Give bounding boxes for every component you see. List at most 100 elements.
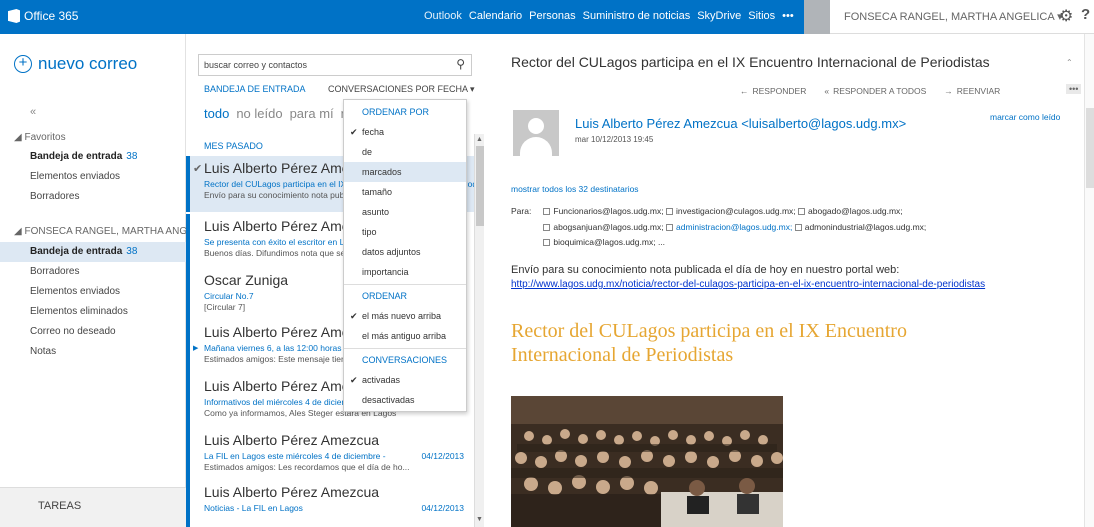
folder-inbox-label: Bandeja de entrada: [30, 246, 123, 257]
pin-icon[interactable]: ⌃: [1066, 58, 1073, 67]
conv-on[interactable]: ✔ activadas: [344, 370, 466, 390]
folder-junk[interactable]: Correo no deseado: [30, 326, 116, 337]
filter-unread[interactable]: no leído: [236, 106, 282, 121]
folder-sent[interactable]: Elementos enviados: [30, 286, 120, 297]
reply-button[interactable]: ← RESPONDER: [740, 86, 806, 96]
show-all-recipients-link[interactable]: mostrar todos los 32 destinatarios: [511, 184, 639, 194]
nav-more[interactable]: •••: [782, 10, 794, 22]
scroll-thumb[interactable]: [1086, 108, 1094, 188]
sort-tamano[interactable]: tamaño: [344, 182, 466, 202]
more-recipients[interactable]: ...: [658, 237, 665, 247]
recipient[interactable]: abogado@lagos.udg.mx;: [808, 206, 903, 216]
favorites-header[interactable]: ◢ Favoritos: [14, 132, 66, 143]
message-subject: Mañana viernes 6, a las 12:00 horas: [204, 343, 342, 353]
filter-all[interactable]: todo: [204, 106, 229, 121]
recipient[interactable]: investigacion@culagos.udg.mx;: [676, 206, 796, 216]
scroll-thumb[interactable]: [476, 146, 484, 226]
email-body-text: Envío para su conocimiento nota publicad…: [511, 264, 900, 276]
nav-suministro[interactable]: Suministro de noticias: [583, 10, 691, 22]
app-nav: Outlook Calendario Personas Suministro d…: [424, 10, 794, 22]
folder-inbox[interactable]: Bandeja de entrada 38: [30, 246, 137, 257]
top-bar: Office 365 Outlook Calendario Personas S…: [0, 0, 1094, 34]
nav-sitios[interactable]: Sitios: [748, 10, 775, 22]
email-actions: ← RESPONDER «RESPONDER A TODOS → REENVIAR: [740, 86, 1000, 96]
folder-drafts[interactable]: Borradores: [30, 266, 79, 277]
more-actions-button[interactable]: •••: [1066, 84, 1082, 94]
recipient[interactable]: bioquimica@lagos.udg.mx;: [553, 237, 655, 247]
user-area: FONSECA RANGEL, MARTHA ANGELICA ▾ ⚙ ?: [830, 0, 1094, 34]
recipients-row: abogsanjuan@lagos.udg.mx; administracion…: [511, 222, 926, 232]
filter-to-me[interactable]: para mí: [290, 106, 334, 121]
reply-all-label: RESPONDER A TODOS: [833, 86, 927, 96]
gear-icon[interactable]: ⚙: [1059, 6, 1073, 26]
nav-calendario[interactable]: Calendario: [469, 10, 522, 22]
sort-marcados[interactable]: marcados: [344, 162, 466, 182]
fav-inbox-count: 38: [126, 151, 138, 162]
sort-asunto[interactable]: asunto: [344, 202, 466, 222]
office365-logo[interactable]: Office 365: [8, 9, 78, 23]
order-header: ORDENAR: [362, 291, 408, 301]
message-subject: Se presenta con éxito el escritor en Lag…: [204, 237, 363, 247]
message-from: Oscar Zuniga: [204, 272, 289, 288]
recipients-row: Para: Funcionarios@lagos.udg.mx; investi…: [511, 206, 903, 216]
fav-inbox[interactable]: Bandeja de entrada 38: [30, 151, 137, 162]
scroll-down-icon[interactable]: ▼: [476, 516, 483, 523]
list-scrollbar[interactable]: ▲ ▼: [474, 134, 484, 527]
recipient[interactable]: abogsanjuan@lagos.udg.mx;: [553, 222, 663, 232]
nav-skydrive[interactable]: SkyDrive: [697, 10, 741, 22]
message-from: Luis Alberto Pérez Amezcua: [204, 484, 380, 500]
fav-drafts[interactable]: Borradores: [30, 191, 79, 202]
recipient[interactable]: Funcionarios@lagos.udg.mx;: [553, 206, 663, 216]
conv-off[interactable]: desactivadas: [344, 390, 466, 410]
search-icon[interactable]: ⚲: [456, 57, 465, 71]
reply-all-button[interactable]: «RESPONDER A TODOS: [824, 86, 926, 96]
forward-button[interactable]: → REENVIAR: [944, 86, 1000, 96]
search-input[interactable]: buscar correo y contactos ⚲: [198, 54, 472, 76]
help-icon[interactable]: ?: [1081, 6, 1090, 23]
avatar: [513, 110, 559, 156]
message-date: 04/12/2013: [421, 503, 464, 513]
user-menu[interactable]: FONSECA RANGEL, MARTHA ANGELICA ▾: [844, 10, 1063, 23]
sent-date: mar 10/12/2013 19:45: [575, 135, 654, 144]
message-date: 04/12/2013: [421, 451, 464, 461]
nav-personas[interactable]: Personas: [529, 10, 575, 22]
tasks-label: TAREAS: [38, 500, 82, 512]
forward-icon: →: [944, 86, 953, 96]
reply-label: RESPONDER: [752, 86, 807, 96]
mark-read-link[interactable]: marcar como leído: [990, 112, 1060, 122]
message-item[interactable]: Luis Alberto Pérez Amezcua Noticias - La…: [186, 480, 474, 527]
folder-notes[interactable]: Notas: [30, 346, 56, 357]
message-preview: [Circular 7]: [204, 302, 246, 312]
order-oldest[interactable]: el más antiguo arriba: [344, 326, 466, 346]
fav-inbox-label: Bandeja de entrada: [30, 151, 123, 162]
scroll-up-icon[interactable]: ▲: [476, 136, 483, 143]
sort-fecha[interactable]: ✔ fecha: [344, 122, 466, 142]
folder-inbox-count: 38: [126, 246, 138, 257]
folder-deleted[interactable]: Elementos eliminados: [30, 306, 128, 317]
message-item[interactable]: Luis Alberto Pérez Amezcua La FIL en Lag…: [186, 428, 474, 484]
expand-icon[interactable]: ▶: [193, 344, 198, 352]
sort-de[interactable]: de: [344, 142, 466, 162]
nav-outlook[interactable]: Outlook: [424, 10, 462, 22]
menu-label: el más nuevo arriba: [362, 311, 442, 321]
reading-scrollbar[interactable]: [1084, 34, 1094, 527]
contact-icon: [798, 208, 806, 215]
conversations-sort-button[interactable]: CONVERSACIONES POR FECHA ▾: [328, 84, 475, 95]
fav-sent[interactable]: Elementos enviados: [30, 171, 120, 182]
sort-adjuntos[interactable]: datos adjuntos: [344, 242, 466, 262]
tasks-button[interactable]: TAREAS: [0, 487, 186, 527]
reading-pane: Rector del CULagos participa en el IX En…: [500, 34, 1094, 527]
sort-tipo[interactable]: tipo: [344, 222, 466, 242]
recipient[interactable]: admonindustrial@lagos.udg.mx;: [805, 222, 927, 232]
collapse-icon[interactable]: «: [30, 106, 36, 118]
checkmark-icon: ✔: [350, 311, 358, 321]
contact-icon: [543, 208, 551, 215]
order-newest[interactable]: ✔ el más nuevo arriba: [344, 306, 466, 326]
menu-divider: [344, 348, 466, 349]
filter-bar: todo no leído para mí m: [204, 106, 352, 121]
sort-importancia[interactable]: importancia: [344, 262, 466, 282]
sender-name[interactable]: Luis Alberto Pérez Amezcua <luisalberto@…: [575, 116, 906, 131]
new-mail-button[interactable]: + nuevo correo: [14, 54, 137, 74]
email-body-link[interactable]: http://www.lagos.udg.mx/noticia/rector-d…: [511, 279, 985, 290]
recipient[interactable]: administracion@lagos.udg.mx;: [676, 222, 792, 232]
